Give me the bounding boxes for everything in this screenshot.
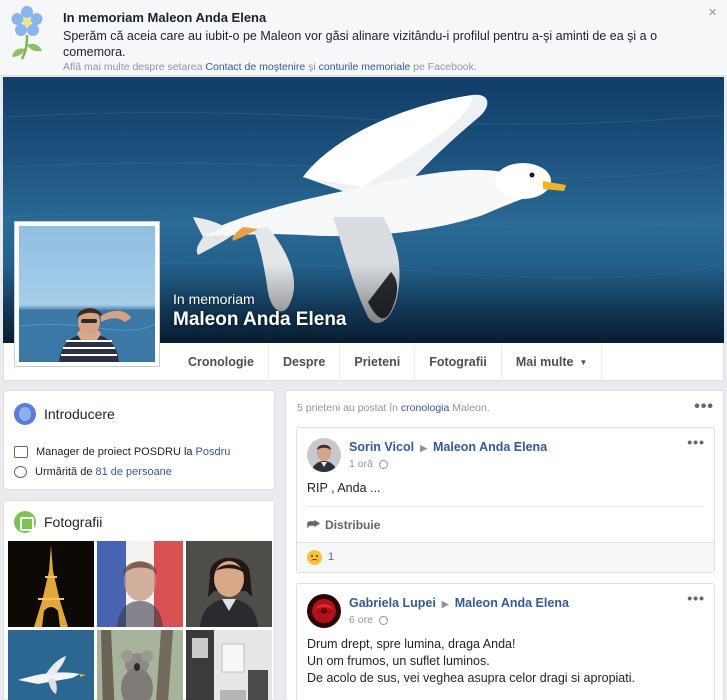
post-meta: 6 ore <box>349 614 388 626</box>
target-profile-link[interactable]: Maleon Anda Elena <box>455 596 569 610</box>
profile-subtitle: In memoriam <box>173 291 255 307</box>
timeline-feed: 5 prieteni au postat în cronologia Maleo… <box>285 390 724 700</box>
intro-follow-row: Urmărită de 81 de persoane <box>14 466 172 478</box>
tab-fotografii[interactable]: Fotografii <box>415 343 502 381</box>
close-icon[interactable]: × <box>708 4 717 21</box>
globe-icon <box>14 403 36 425</box>
more-options-icon[interactable]: ••• <box>687 434 705 450</box>
reaction-count[interactable]: 1 <box>328 551 334 563</box>
share-button[interactable]: ⮫ Distribuie <box>307 516 380 533</box>
photos-header: Fotografii <box>14 511 102 533</box>
arrow-right-icon: ▶ <box>420 443 427 453</box>
followers-icon <box>14 466 27 478</box>
post-header: Gabriela Lupei ▶ Maleon Anda Elena <box>349 596 569 610</box>
share-label: Distribuie <box>325 517 381 532</box>
profile-tabs: Cronologie Despre Prieteni Fotografii Ma… <box>174 343 603 381</box>
tab-label: Despre <box>282 355 326 369</box>
memorial-banner: In memoriam Maleon Anda Elena Sperăm că … <box>0 0 727 76</box>
post-card: Sorin Vicol ▶ Maleon Anda Elena 1 oră ••• … <box>296 427 715 573</box>
feed-note: 5 prieteni au postat în cronologia Maleo… <box>297 402 490 414</box>
post-text: RIP , Anda ... <box>307 480 380 497</box>
banner-note-suffix: pe Facebook. <box>410 61 477 73</box>
intro-card: Introducere Manager de proiect POSDRU la… <box>3 390 275 490</box>
profile-picture-image <box>19 226 155 362</box>
more-options-icon[interactable]: ••• <box>687 590 705 606</box>
banner-title: In memoriam Maleon Anda Elena <box>63 10 267 25</box>
legacy-contact-link[interactable]: Contact de moştenire <box>205 61 305 73</box>
briefcase-icon <box>14 446 28 458</box>
post-timestamp[interactable]: 1 oră <box>349 458 373 470</box>
post-timestamp[interactable]: 6 ore <box>349 614 373 626</box>
feed-note-prefix: 5 prieteni au postat în <box>297 402 401 414</box>
post-line: De acolo de sus, vei veghea asupra celor… <box>307 671 635 685</box>
divider <box>307 506 704 507</box>
photo-icon <box>14 511 36 533</box>
banner-note-mid: şi <box>305 61 319 73</box>
intro-follow-text: Urmărită de <box>35 466 93 478</box>
post-line: Un om frumos, un suflet luminos. <box>307 654 490 668</box>
post-card: Gabriela Lupei ▶ Maleon Anda Elena 6 ore •… <box>296 583 715 700</box>
author-name-link[interactable]: Gabriela Lupei <box>349 596 436 610</box>
post-line: RIP , Anda ... <box>307 481 381 495</box>
profile-name[interactable]: Maleon Anda Elena <box>173 309 347 331</box>
reactions-bar: 1 <box>297 542 714 572</box>
photo-thumbnail[interactable] <box>186 541 272 627</box>
intro-job-text: Manager de proiect POSDRU la <box>36 446 193 458</box>
tab-label: Mai multe <box>515 355 574 369</box>
profile-picture[interactable] <box>14 221 160 367</box>
followers-link[interactable]: 81 de persoane <box>95 466 171 478</box>
photos-card: Fotografii <box>3 500 275 700</box>
employer-link[interactable]: Posdru <box>196 446 231 458</box>
photo-thumbnail[interactable] <box>8 541 94 627</box>
feed-note-suffix: Maleon. <box>449 402 490 414</box>
tab-mai-multe[interactable]: Mai multe ▼ <box>502 343 603 381</box>
tab-despre[interactable]: Despre <box>269 343 341 381</box>
author-name-link[interactable]: Sorin Vicol <box>349 440 414 454</box>
intro-header: Introducere <box>14 403 115 425</box>
intro-job-row: Manager de proiect POSDRU la Posdru <box>14 446 230 458</box>
caret-down-icon: ▼ <box>579 357 588 367</box>
memorial-accounts-link[interactable]: conturile memoriale <box>319 61 411 73</box>
photo-thumbnail[interactable] <box>186 630 272 700</box>
photos-title[interactable]: Fotografii <box>44 514 102 530</box>
tab-label: Prieteni <box>354 355 401 369</box>
banner-note-prefix: Află mai multe despre setarea <box>63 61 206 73</box>
globe-icon <box>378 459 388 469</box>
photo-thumbnail[interactable] <box>8 630 94 700</box>
photo-thumbnail[interactable] <box>97 541 183 627</box>
author-avatar[interactable] <box>307 438 341 472</box>
arrow-right-icon: ▶ <box>441 599 449 609</box>
globe-icon <box>378 615 388 625</box>
post-header: Sorin Vicol ▶ Maleon Anda Elena <box>349 440 547 454</box>
tab-label: Fotografii <box>429 355 487 369</box>
intro-title: Introducere <box>44 406 115 422</box>
tab-prieteni[interactable]: Prieteni <box>340 343 416 381</box>
post-meta: 1 oră <box>349 458 388 470</box>
post-line: Drum drept, spre lumina, draga Anda! <box>307 637 516 651</box>
tab-label: Cronologie <box>188 355 254 369</box>
photo-thumbnail[interactable] <box>97 630 183 700</box>
post-text: Drum drept, spre lumina, draga Anda! Un … <box>307 636 635 687</box>
forget-me-not-icon <box>11 6 43 60</box>
timeline-link[interactable]: cronologia <box>401 402 449 414</box>
sad-reaction-icon[interactable] <box>307 550 322 565</box>
banner-text: Sperăm că aceia care au iubit-o pe Maleo… <box>63 29 658 59</box>
banner-note: Află mai multe despre setarea Contact de… <box>63 61 477 73</box>
more-options-icon[interactable]: ••• <box>694 398 714 416</box>
target-profile-link[interactable]: Maleon Anda Elena <box>433 440 547 454</box>
share-arrow-icon: ⮫ <box>307 516 321 532</box>
author-avatar[interactable] <box>307 594 341 628</box>
tab-cronologie[interactable]: Cronologie <box>174 343 269 381</box>
